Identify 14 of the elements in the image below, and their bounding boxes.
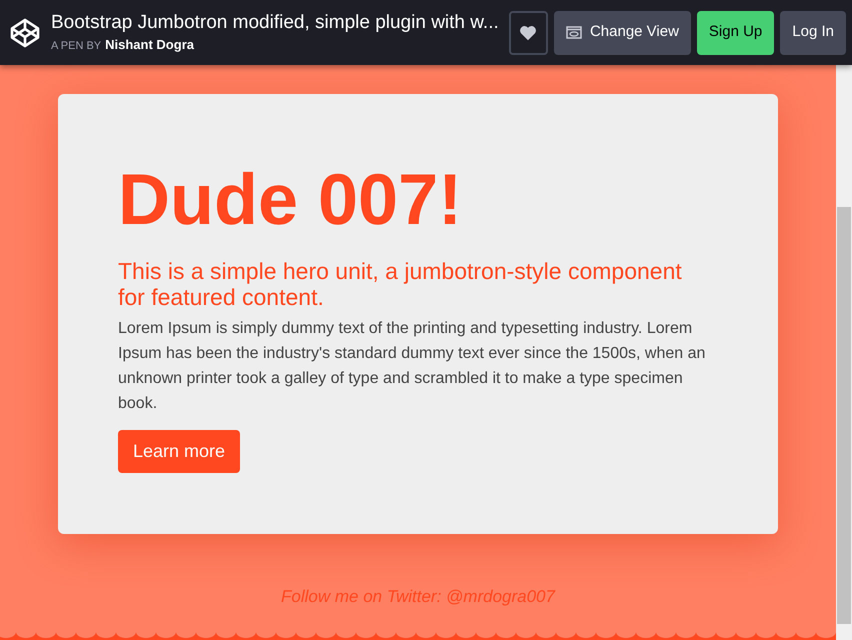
pen-title: Bootstrap Jumbotron modified, simple plugin with w...	[51, 10, 500, 35]
hero-lead: This is a simple hero unit, a jumbotron-style component for featured content.	[118, 258, 683, 310]
change-view-button[interactable]: Change View	[554, 10, 691, 54]
hero-body: Lorem Ipsum is simply dummy text of the printing and typesetting industry. Lorem Ipsum has been the industry's standard dummy text ever since the 1500s, when an unknown printer took a galley of type and scrambled it to make a type specimen book.	[118, 319, 706, 414]
log-in-button[interactable]: Log In	[780, 10, 846, 54]
author-link[interactable]: Nishant Dogra	[105, 34, 194, 54]
hero-heading: Dude 007!	[118, 164, 462, 236]
heart-button[interactable]	[508, 10, 548, 54]
sign-up-button[interactable]: Sign Up	[696, 10, 774, 54]
heart-icon	[519, 24, 538, 40]
byline-label: A PEN BY	[51, 38, 102, 54]
scrollbar[interactable]	[836, 65, 852, 640]
eye-window-icon	[566, 26, 582, 39]
cube-logo-icon[interactable]	[9, 16, 41, 48]
